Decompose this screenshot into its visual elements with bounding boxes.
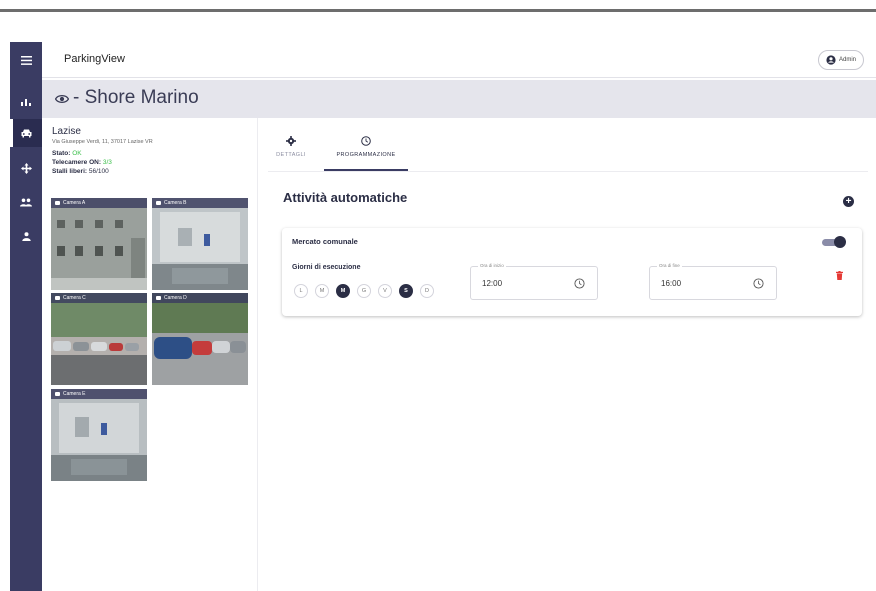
day-toggle[interactable]: V <box>378 284 392 298</box>
status-line: Stato: OK <box>52 150 82 157</box>
camera-tile[interactable]: Camera E <box>51 389 147 481</box>
clock-icon <box>361 136 371 146</box>
start-time-label: Ora di inizio <box>478 263 506 268</box>
camera-tile[interactable]: Camera D <box>152 293 248 385</box>
clock-icon[interactable] <box>574 278 585 289</box>
automation-name: Mercato comunale <box>292 237 358 246</box>
day-toggle[interactable]: G <box>357 284 371 298</box>
camera-tile[interactable]: Camera B <box>152 198 248 290</box>
camera-label: Camera A <box>63 200 86 206</box>
user-menu-button[interactable]: Admin <box>818 50 864 70</box>
clock-icon[interactable] <box>753 278 764 289</box>
camera-header: Camera B <box>152 198 248 208</box>
user-menu-label: Admin <box>838 57 856 63</box>
camera-feed-image <box>152 198 248 290</box>
camera-icon <box>55 392 60 396</box>
eye-icon[interactable] <box>55 93 69 105</box>
cameras-line: Telecamere ON: 3/3 <box>52 159 112 166</box>
camera-header: Camera A <box>51 198 147 208</box>
tab-programmazione[interactable]: PROGRAMMAZIONE <box>324 128 408 171</box>
camera-feed-image <box>152 293 248 385</box>
app-brand: ParkingView <box>64 53 125 65</box>
status-label: Stato: <box>52 150 71 157</box>
move-icon[interactable] <box>10 154 42 182</box>
camera-tile[interactable]: Camera A <box>51 198 147 290</box>
camera-label: Camera E <box>63 391 86 397</box>
day-toggle[interactable]: L <box>294 284 308 298</box>
detail-tabs: DETTAGLI PROGRAMMAZIONE <box>268 128 408 172</box>
camera-header: Camera E <box>51 389 147 399</box>
cameras-value: 3/3 <box>102 159 112 166</box>
nav-rail <box>10 42 42 591</box>
status-value: OK <box>72 150 82 157</box>
enabled-toggle[interactable] <box>822 236 846 248</box>
window-top-border <box>0 9 876 12</box>
page-title: - Shore Marino <box>73 87 199 108</box>
tabs-divider <box>268 171 868 172</box>
start-time-field[interactable]: Ora di inizio 12:00 <box>470 263 598 300</box>
spots-line: Stalli liberi: 56/100 <box>52 168 109 175</box>
end-time-label: Ora di fine <box>657 263 682 268</box>
camera-icon <box>156 201 161 205</box>
camera-header: Camera C <box>51 293 147 303</box>
page-header: - Shore Marino <box>42 80 876 118</box>
days-label: Giorni di esecuzione <box>292 264 361 271</box>
site-address: Via Giuseppe Verdi, 11, 37017 Lazise VR <box>52 139 153 145</box>
camera-label: Camera B <box>164 200 187 206</box>
car-icon[interactable] <box>10 119 42 147</box>
tab-label: DETTAGLI <box>276 152 306 158</box>
day-toggle[interactable]: D <box>420 284 434 298</box>
start-time-value: 12:00 <box>482 279 503 288</box>
camera-feed-image <box>51 389 147 481</box>
tab-label: PROGRAMMAZIONE <box>336 152 396 158</box>
person-icon[interactable] <box>10 222 42 250</box>
spots-value: 56/100 <box>88 168 109 175</box>
menu-icon[interactable] <box>10 46 42 74</box>
toggle-knob <box>834 236 846 248</box>
bar-chart-icon[interactable] <box>10 87 42 115</box>
day-toggle[interactable]: M <box>315 284 329 298</box>
end-time-value: 16:00 <box>661 279 682 288</box>
delete-icon[interactable] <box>836 271 843 280</box>
add-automation-button[interactable]: + <box>843 196 854 207</box>
section-title: Attività automatiche <box>283 190 408 205</box>
camera-label: Camera D <box>164 295 187 301</box>
automation-card: Mercato comunale Giorni di esecuzione L … <box>282 228 862 316</box>
end-time-field[interactable]: Ora di fine 16:00 <box>649 263 777 300</box>
camera-feed-image <box>51 198 147 290</box>
site-name: Lazise <box>52 126 81 137</box>
spots-label: Stalli liberi: <box>52 168 88 175</box>
cameras-label: Telecamere ON: <box>52 159 102 166</box>
camera-tile[interactable]: Camera C <box>51 293 147 385</box>
camera-icon <box>156 296 161 300</box>
people-icon[interactable] <box>10 188 42 216</box>
account-circle-icon <box>826 55 836 65</box>
top-bar: ParkingView Admin <box>42 42 876 78</box>
camera-icon <box>55 201 60 205</box>
camera-icon <box>55 296 60 300</box>
day-toggle[interactable]: M <box>336 284 350 298</box>
day-toggle[interactable]: S <box>399 284 413 298</box>
site-panel: Lazise Via Giuseppe Verdi, 11, 37017 Laz… <box>42 118 258 591</box>
gear-icon <box>286 136 296 146</box>
tab-dettagli[interactable]: DETTAGLI <box>268 128 314 171</box>
camera-label: Camera C <box>63 295 86 301</box>
camera-feed-image <box>51 293 147 385</box>
camera-header: Camera D <box>152 293 248 303</box>
